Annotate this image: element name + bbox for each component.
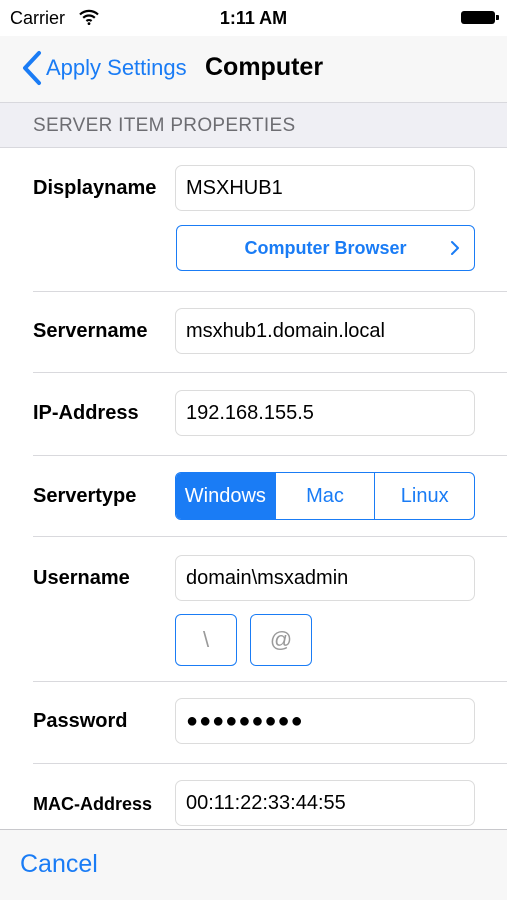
ip-address-field[interactable] (175, 390, 475, 436)
row-separator (33, 372, 507, 373)
navigation-bar: Apply Settings Computer (0, 36, 507, 102)
cancel-button[interactable]: Cancel (20, 850, 98, 879)
ip-address-label: IP-Address (33, 402, 139, 424)
servertype-windows-segment[interactable]: Windows (176, 473, 275, 519)
back-button-label: Apply Settings (46, 55, 187, 80)
servername-label: Servername (33, 320, 148, 342)
servertype-segmented-control: Windows Mac Linux (175, 472, 475, 520)
section-header-label: SERVER ITEM PROPERTIES (33, 115, 296, 136)
mac-address-label: MAC-Address (33, 794, 153, 814)
mac-address-field[interactable] (175, 780, 475, 826)
servertype-label: Servertype (33, 485, 137, 507)
section-header: SERVER ITEM PROPERTIES (0, 102, 507, 148)
servername-field[interactable] (175, 308, 475, 354)
servertype-linux-segment[interactable]: Linux (374, 473, 474, 519)
row-separator (33, 455, 507, 456)
back-button[interactable]: Apply Settings (20, 50, 187, 86)
insert-backslash-button[interactable]: \ (175, 614, 237, 666)
row-separator (33, 763, 507, 764)
username-field[interactable] (175, 555, 475, 601)
status-time: 1:11 AM (219, 8, 288, 28)
username-label: Username (33, 567, 130, 589)
row-separator (33, 536, 507, 537)
page-title: Computer (205, 53, 324, 81)
status-bar: Carrier 1:11 AM (0, 0, 507, 36)
bottom-toolbar: Cancel (0, 829, 507, 900)
chevron-left-icon (23, 51, 41, 85)
displayname-field[interactable] (175, 165, 475, 211)
row-separator (33, 291, 507, 292)
insert-at-button[interactable]: @ (250, 614, 312, 666)
servertype-mac-segment[interactable]: Mac (274, 473, 375, 519)
chevron-right-icon (451, 241, 459, 255)
computer-browser-button[interactable]: Computer Browser (176, 225, 475, 271)
displayname-label: Displayname (33, 177, 157, 199)
password-field[interactable] (175, 698, 475, 744)
row-separator (33, 681, 507, 682)
password-label: Password (33, 710, 128, 732)
battery-icon (461, 11, 499, 24)
computer-browser-label: Computer Browser (244, 238, 407, 258)
